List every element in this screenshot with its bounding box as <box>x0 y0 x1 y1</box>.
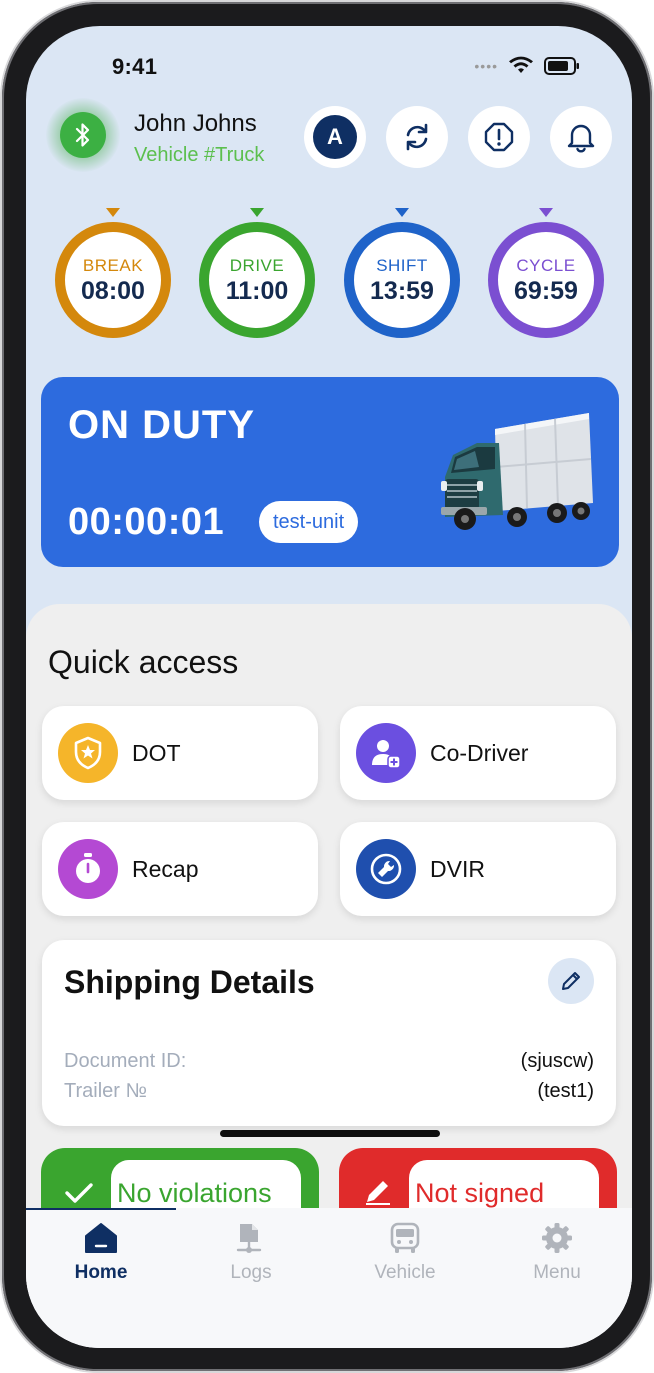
wrench-icon <box>356 839 416 899</box>
tab-label: Menu <box>533 1262 581 1283</box>
timer-label: BREAK <box>82 256 144 275</box>
sync-icon <box>406 123 428 151</box>
quick-access-recap[interactable]: Recap <box>42 822 318 916</box>
avatar: A <box>313 115 357 159</box>
duty-status-card[interactable]: ON DUTY 00:00:01 test-unit <box>41 377 619 567</box>
shipping-key: Document ID: <box>64 1050 187 1072</box>
signal-dots-icon: •••• <box>474 58 498 74</box>
home-indicator <box>220 1130 440 1137</box>
app-screen: 9:41 •••• John Johns Vehicle #Truck A BR… <box>26 26 632 1348</box>
logs-icon <box>236 1224 262 1253</box>
unit-badge: test-unit <box>259 501 359 543</box>
tile-label: DVIR <box>430 855 485 882</box>
timer-break[interactable]: BREAK 08:00 <box>55 208 171 338</box>
edit-shipping-button[interactable] <box>548 958 594 1004</box>
shipping-details-card: Shipping Details Document ID: (sjuscw) T… <box>42 940 616 1126</box>
timer-value: 08:00 <box>81 277 145 305</box>
status-time: 9:41 <box>112 54 158 79</box>
notifications-button[interactable] <box>550 106 612 168</box>
quick-access-dot[interactable]: DOT <box>42 706 318 800</box>
tab-home[interactable]: Home <box>26 1222 176 1284</box>
vehicle-label[interactable]: Vehicle #Truck <box>134 144 264 167</box>
phone-frame: 9:41 •••• John Johns Vehicle #Truck A BR… <box>2 2 652 1371</box>
sync-button[interactable] <box>386 106 448 168</box>
shipping-value: (sjuscw) <box>520 1050 594 1072</box>
driver-name: John Johns <box>134 110 257 137</box>
alert-button[interactable] <box>468 106 530 168</box>
bell-icon <box>567 124 595 153</box>
timer-value: 69:59 <box>514 277 578 305</box>
tab-label: Vehicle <box>374 1262 436 1283</box>
quick-access-co-driver[interactable]: Co-Driver <box>340 706 616 800</box>
timer-label: SHIFT <box>376 256 428 275</box>
timer-marker-icon <box>250 208 264 217</box>
check-icon <box>65 1183 93 1203</box>
tab-vehicle[interactable]: Vehicle <box>330 1222 480 1284</box>
timer-value: 13:59 <box>370 277 434 305</box>
pencil-icon <box>562 972 580 990</box>
tab-logs[interactable]: Logs <box>176 1222 326 1284</box>
battery-icon <box>544 57 579 75</box>
tile-label: Recap <box>132 855 199 882</box>
bluetooth-icon <box>75 123 90 147</box>
stopwatch-icon <box>58 839 118 899</box>
quick-access-dvir[interactable]: DVIR <box>340 822 616 916</box>
timer-label: CYCLE <box>516 256 576 275</box>
tile-label: Co-Driver <box>430 739 529 766</box>
shipping-row: Trailer № (test1) <box>64 1080 594 1103</box>
status-icons: •••• <box>474 56 580 76</box>
bus-icon <box>390 1222 420 1253</box>
avatar-button[interactable]: A <box>304 106 366 168</box>
gear-icon <box>542 1223 572 1253</box>
home-icon <box>85 1223 117 1253</box>
shipping-key: Trailer № <box>64 1080 147 1102</box>
tab-bar: Home Logs Vehicle Menu <box>26 1208 632 1348</box>
timer-drive[interactable]: DRIVE 11:00 <box>199 208 315 338</box>
duty-elapsed-time: 00:00:01 <box>68 501 225 543</box>
truck-icon <box>441 413 593 530</box>
bluetooth-button[interactable] <box>60 112 106 158</box>
timer-label: DRIVE <box>229 256 285 275</box>
timer-shift[interactable]: SHIFT 13:59 <box>344 208 460 338</box>
add-driver-icon <box>356 723 416 783</box>
tab-label: Home <box>74 1262 128 1283</box>
tab-label: Logs <box>230 1262 272 1283</box>
timer-marker-icon <box>395 208 409 217</box>
tile-label: DOT <box>132 739 181 766</box>
tab-menu[interactable]: Menu <box>482 1222 632 1284</box>
quick-access-title: Quick access <box>48 644 239 680</box>
timer-cycle[interactable]: CYCLE 69:59 <box>488 208 604 338</box>
timer-marker-icon <box>539 208 553 217</box>
active-tab-indicator <box>26 1208 176 1210</box>
alert-octagon-icon <box>484 122 514 152</box>
timer-value: 11:00 <box>225 277 289 305</box>
shipping-row: Document ID: (sjuscw) <box>64 1050 594 1073</box>
shield-star-icon <box>58 723 118 783</box>
shipping-value: (test1) <box>537 1080 594 1102</box>
pen-icon <box>366 1181 390 1205</box>
timer-marker-icon <box>106 208 120 217</box>
shipping-title: Shipping Details <box>64 964 315 1000</box>
wifi-icon <box>509 56 533 73</box>
duty-status-label: ON DUTY <box>68 403 255 447</box>
